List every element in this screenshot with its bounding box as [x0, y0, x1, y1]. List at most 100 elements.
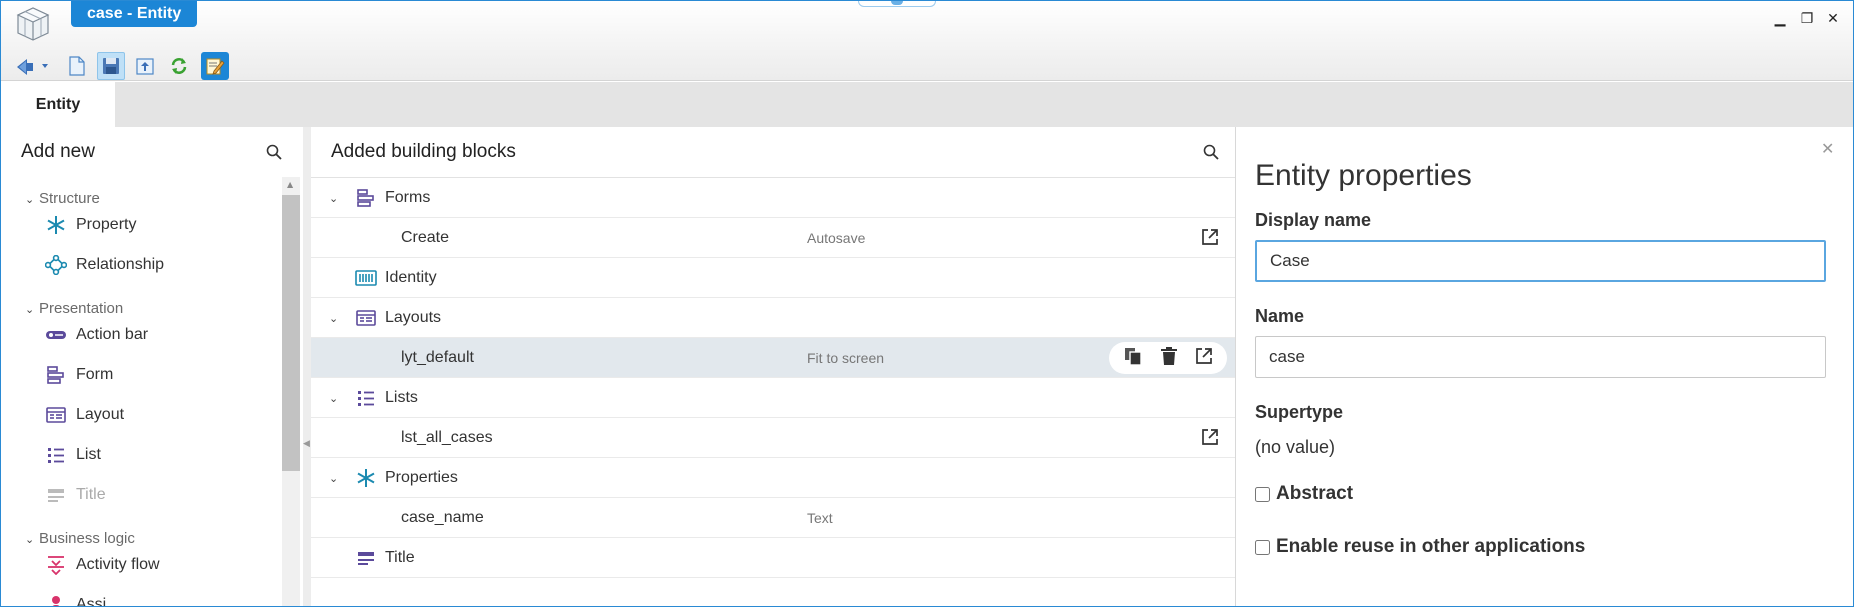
- abstract-checkbox-row[interactable]: Abstract: [1255, 483, 1353, 505]
- close-panel-button[interactable]: ✕: [1821, 139, 1834, 158]
- blocks-search-button[interactable]: [1203, 144, 1219, 164]
- name-input[interactable]: [1255, 336, 1826, 378]
- open-external-icon: [1195, 347, 1212, 364]
- open-external-icon: [1202, 229, 1218, 245]
- add-relationship-item[interactable]: Relationship: [45, 252, 164, 278]
- list-icon: [45, 445, 67, 465]
- building-blocks-title: Added building blocks: [331, 141, 516, 162]
- refresh-icon: [171, 58, 187, 74]
- close-window-button[interactable]: ✕: [1823, 9, 1843, 29]
- search-icon: [266, 144, 282, 160]
- add-activity-flow-item[interactable]: Activity flow: [45, 552, 160, 578]
- top-drag-handle[interactable]: [858, 1, 936, 7]
- add-form-item[interactable]: Form: [45, 362, 113, 388]
- display-name-input[interactable]: [1255, 240, 1826, 282]
- group-lists[interactable]: ⌄ Lists: [311, 378, 1235, 418]
- scrollbar-thumb[interactable]: [282, 195, 300, 471]
- chevron-down-icon: ⌄: [25, 534, 35, 546]
- copy-button[interactable]: [1123, 346, 1143, 371]
- open-external-button[interactable]: [1201, 428, 1219, 451]
- tab-strip: Entity: [1, 82, 1853, 127]
- block-row-lyt-default[interactable]: lyt_default Fit to screen: [311, 338, 1235, 378]
- list-icon: [355, 388, 377, 408]
- delete-button[interactable]: [1160, 346, 1178, 371]
- chevron-left-icon: ◀: [303, 439, 310, 449]
- form-icon: [355, 188, 377, 208]
- entity-properties-title: Entity properties: [1255, 159, 1472, 192]
- trash-icon: [1160, 346, 1177, 365]
- layout-icon: [45, 405, 67, 425]
- form-icon: [45, 365, 67, 385]
- restore-button[interactable]: ❐: [1797, 9, 1817, 29]
- reuse-checkbox-row[interactable]: Enable reuse in other applications: [1255, 536, 1585, 558]
- abstract-checkbox[interactable]: [1255, 486, 1270, 502]
- left-scrollbar[interactable]: ▲: [282, 177, 300, 606]
- new-button[interactable]: [63, 52, 91, 80]
- row-actions: [1109, 342, 1227, 374]
- collapse-left-panel-handle[interactable]: ◀: [303, 127, 311, 606]
- group-title[interactable]: Title: [311, 538, 1235, 578]
- edit-icon: [206, 58, 225, 75]
- minimize-button[interactable]: ▁: [1770, 9, 1790, 29]
- back-dropdown-button[interactable]: [13, 52, 53, 80]
- search-icon: [1203, 144, 1219, 160]
- enable-reuse-checkbox[interactable]: [1255, 539, 1270, 555]
- chevron-down-icon[interactable]: ⌄: [329, 192, 338, 205]
- tab-entity[interactable]: Entity: [1, 82, 115, 127]
- title-icon: [355, 548, 377, 568]
- block-row-case-name[interactable]: case_name Text: [311, 498, 1235, 538]
- chevron-down-icon[interactable]: ⌄: [329, 392, 338, 405]
- supertype-label: Supertype: [1255, 402, 1344, 422]
- relationship-icon: [45, 255, 67, 275]
- scroll-up-icon[interactable]: ▲: [287, 180, 293, 189]
- chevron-down-icon[interactable]: ⌄: [329, 472, 338, 485]
- navigate-back-icon: [17, 59, 48, 75]
- edit-button[interactable]: [201, 52, 229, 80]
- add-layout-item[interactable]: Layout: [45, 402, 124, 428]
- save-button[interactable]: [97, 52, 125, 80]
- save-icon: [103, 58, 119, 74]
- chevron-down-icon[interactable]: ⌄: [329, 312, 338, 325]
- refresh-button[interactable]: [165, 52, 193, 80]
- window-title: case - Entity: [71, 1, 198, 27]
- chevron-down-icon: ⌄: [25, 194, 35, 206]
- group-properties[interactable]: ⌄ Properties: [311, 458, 1235, 498]
- export-button[interactable]: [131, 52, 159, 80]
- entity-properties-panel: ✕ Entity properties Display name Name Su…: [1237, 127, 1853, 606]
- add-assignment-item[interactable]: Assi...: [45, 592, 120, 606]
- added-building-blocks-panel: Added building blocks ⌄ Forms Create Aut…: [311, 127, 1236, 606]
- open-external-button[interactable]: [1201, 228, 1219, 251]
- open-external-button[interactable]: [1195, 347, 1213, 370]
- supertype-value[interactable]: (no value): [1255, 437, 1335, 458]
- activity-flow-icon: [45, 555, 67, 575]
- group-forms[interactable]: ⌄ Forms: [311, 178, 1235, 218]
- title-bar: case - Entity ▁ ❐ ✕: [1, 1, 1853, 81]
- add-action-bar-item[interactable]: Action bar: [45, 322, 148, 348]
- app-logo-icon: [15, 5, 51, 43]
- block-row-create[interactable]: Create Autosave: [311, 218, 1235, 258]
- open-external-icon: [1202, 429, 1218, 445]
- add-list-item[interactable]: List: [45, 442, 101, 468]
- add-new-title: Add new: [21, 141, 95, 162]
- assignment-icon: [45, 595, 67, 606]
- section-structure[interactable]: ⌄ Structure: [25, 190, 100, 207]
- add-new-panel: Add new ⌄ Structure Property Relationship…: [1, 127, 303, 606]
- display-name-label: Display name: [1255, 210, 1372, 230]
- application-window: case - Entity ▁ ❐ ✕ Entity Add new ⌄ Str…: [0, 0, 1854, 607]
- add-title-item[interactable]: Title: [45, 482, 106, 508]
- title-icon: [45, 485, 67, 505]
- new-document-icon: [69, 56, 85, 76]
- layout-icon: [355, 308, 377, 328]
- section-presentation[interactable]: ⌄ Presentation: [25, 300, 123, 317]
- export-icon: [136, 58, 154, 75]
- asterisk-icon: [355, 468, 377, 488]
- left-search-button[interactable]: [266, 144, 282, 164]
- block-row-lst-all-cases[interactable]: lst_all_cases: [311, 418, 1235, 458]
- group-identity[interactable]: Identity: [311, 258, 1235, 298]
- group-layouts[interactable]: ⌄ Layouts: [311, 298, 1235, 338]
- add-property-item[interactable]: Property: [45, 212, 136, 238]
- asterisk-icon: [45, 215, 67, 235]
- action-bar-icon: [45, 325, 67, 345]
- chevron-down-icon: ⌄: [25, 304, 35, 316]
- section-business-logic[interactable]: ⌄ Business logic: [25, 530, 135, 547]
